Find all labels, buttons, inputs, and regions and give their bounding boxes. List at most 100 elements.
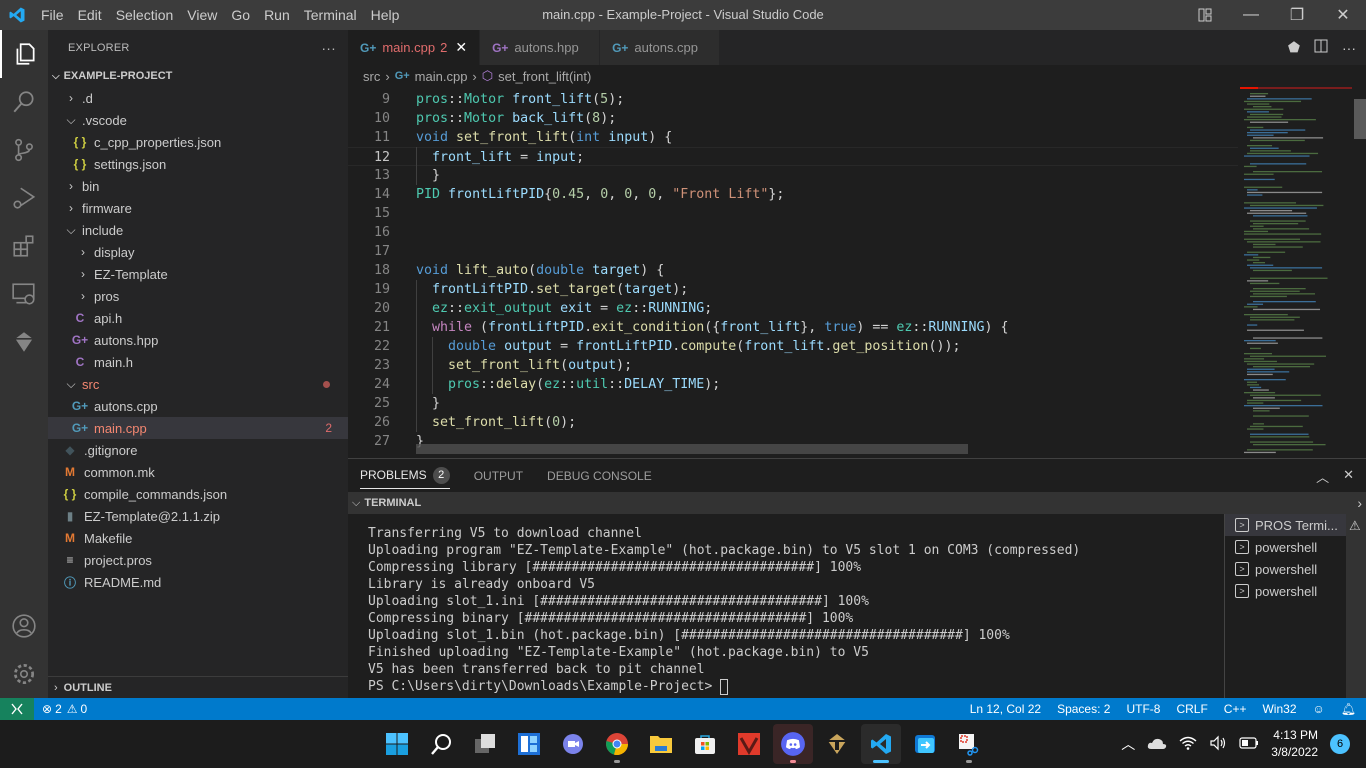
problems-indicator[interactable]: ⊗ 2 ⚠ 0 — [34, 702, 87, 716]
encoding[interactable]: UTF-8 — [1126, 702, 1160, 716]
breadcrumb-symbol[interactable]: set_front_lift(int) — [498, 69, 591, 84]
explorer-icon[interactable] — [0, 30, 48, 78]
breadcrumb-file[interactable]: main.cpp — [415, 69, 468, 84]
terminal-instance[interactable]: > powershell — [1225, 558, 1346, 580]
layout-icon[interactable] — [1182, 0, 1228, 30]
menu-run[interactable]: Run — [257, 0, 297, 30]
breadcrumb-folder[interactable]: src — [363, 69, 380, 84]
feedback-icon[interactable]: ☺ — [1313, 702, 1325, 716]
terminal-instance[interactable]: > powershell — [1225, 580, 1346, 602]
tree-item[interactable]: ⌵ .vscode — [48, 109, 348, 131]
close-panel-icon[interactable]: ✕ — [1343, 467, 1354, 486]
pro-app-icon[interactable] — [729, 724, 769, 764]
remote-explorer-icon[interactable] — [0, 270, 48, 318]
terminal-section-header[interactable]: ⌵ TERMINAL › — [348, 492, 1366, 514]
onedrive-icon[interactable] — [1147, 736, 1167, 753]
line-endings[interactable]: CRLF — [1176, 702, 1207, 716]
tree-item[interactable]: { } c_cpp_properties.json — [48, 131, 348, 153]
remote-indicator-icon[interactable] — [0, 698, 34, 720]
minimap[interactable] — [1240, 87, 1352, 455]
panel-tab-problems[interactable]: PROBLEMS 2 — [360, 463, 450, 489]
pros-action-icon[interactable]: ⬟ — [1288, 39, 1300, 56]
vertical-scrollbar[interactable] — [1352, 87, 1366, 455]
split-editor-icon[interactable] — [1314, 39, 1328, 56]
discord-icon[interactable] — [773, 724, 813, 764]
minimize-button[interactable]: — — [1228, 0, 1274, 30]
tree-item[interactable]: M Makefile — [48, 527, 348, 549]
cursor-position[interactable]: Ln 12, Col 22 — [970, 702, 1041, 716]
tab-autons-hpp[interactable]: G+ autons.hpp — [480, 30, 601, 65]
tree-item[interactable]: ≡ project.pros — [48, 549, 348, 571]
tree-item[interactable]: { } compile_commands.json — [48, 483, 348, 505]
terminal-instance[interactable]: > PROS Termi... — [1225, 514, 1346, 536]
clock[interactable]: 4:13 PM 3/8/2022 — [1271, 727, 1318, 761]
warning-icon[interactable]: ⚠ — [1349, 518, 1361, 534]
outline-section[interactable]: › OUTLINE — [48, 676, 348, 698]
remote-desktop-icon[interactable] — [905, 724, 945, 764]
battery-icon[interactable] — [1239, 736, 1259, 752]
file-explorer-icon[interactable] — [641, 724, 681, 764]
terminal-instance[interactable]: > powershell — [1225, 536, 1346, 558]
microsoft-store-icon[interactable] — [685, 724, 725, 764]
tree-item[interactable]: G+ autons.cpp — [48, 395, 348, 417]
tree-item[interactable]: G+ main.cpp 2 — [48, 417, 348, 439]
platform[interactable]: Win32 — [1262, 702, 1296, 716]
wifi-icon[interactable] — [1179, 735, 1197, 754]
close-tab-icon[interactable]: ✕ — [455, 39, 467, 56]
snipping-tool-icon[interactable] — [949, 724, 989, 764]
chevron-right-icon[interactable]: › — [1357, 495, 1362, 511]
menu-file[interactable]: File — [34, 0, 71, 30]
panel-tab-debug-console[interactable]: DEBUG CONSOLE — [547, 469, 652, 483]
more-actions-icon[interactable]: ··· — [1342, 40, 1356, 56]
extensions-icon[interactable] — [0, 222, 48, 270]
account-icon[interactable] — [0, 602, 48, 650]
tree-item[interactable]: ▮ EZ-Template@2.1.1.zip — [48, 505, 348, 527]
source-control-icon[interactable] — [0, 126, 48, 174]
more-actions-button[interactable]: ··· — [321, 40, 336, 56]
tree-item[interactable]: › EZ-Template — [48, 263, 348, 285]
terminal-output[interactable]: Transferring V5 to download channel Uploa… — [368, 525, 1080, 695]
volume-icon[interactable] — [1209, 735, 1227, 754]
run-debug-icon[interactable] — [0, 174, 48, 222]
helmet-app-icon[interactable] — [817, 724, 857, 764]
menu-help[interactable]: Help — [364, 0, 407, 30]
menu-selection[interactable]: Selection — [109, 0, 181, 30]
tree-item[interactable]: Mcommon.mk — [48, 461, 348, 483]
tree-item[interactable]: G+ autons.hpp — [48, 329, 348, 351]
vscode-icon[interactable] — [861, 724, 901, 764]
tab-main-cpp[interactable]: G+ main.cpp 2 ✕ — [348, 30, 481, 65]
search-icon[interactable] — [0, 78, 48, 126]
menu-terminal[interactable]: Terminal — [297, 0, 364, 30]
code-editor[interactable]: 9 pros::Motor front_lift(5); 10 pros::Motor… — [348, 87, 1238, 455]
widgets-icon[interactable] — [509, 724, 549, 764]
tree-item[interactable]: Cmain.h — [48, 351, 348, 373]
pros-icon[interactable] — [0, 318, 48, 366]
restore-button[interactable]: ❐ — [1274, 0, 1320, 30]
horizontal-scrollbar[interactable] — [416, 444, 968, 454]
tree-item[interactable]: { } settings.json — [48, 153, 348, 175]
maximize-panel-icon[interactable]: ︿ — [1316, 467, 1329, 486]
menu-view[interactable]: View — [180, 0, 224, 30]
task-view-icon[interactable] — [465, 724, 505, 764]
tree-item[interactable]: › display — [48, 241, 348, 263]
tree-item[interactable]: › firmware — [48, 197, 348, 219]
close-window-button[interactable]: ✕ — [1320, 0, 1366, 30]
project-folder-header[interactable]: ⌵ EXAMPLE-PROJECT — [48, 65, 348, 87]
start-icon[interactable] — [377, 724, 417, 764]
tree-item[interactable]: › pros — [48, 285, 348, 307]
tree-item[interactable]: ◆ .gitignore — [48, 439, 348, 461]
tree-item[interactable]: › bin — [48, 175, 348, 197]
tree-item[interactable]: Capi.h — [48, 307, 348, 329]
show-hidden-icons-icon[interactable]: ︿ — [1121, 734, 1135, 754]
menu-go[interactable]: Go — [224, 0, 257, 30]
tree-item[interactable]: ⌵ src — [48, 373, 348, 395]
notification-badge[interactable]: 6 — [1330, 734, 1350, 754]
tree-item[interactable]: ⓘ README.md — [48, 571, 348, 593]
language-mode[interactable]: C++ — [1224, 702, 1247, 716]
menu-edit[interactable]: Edit — [71, 0, 109, 30]
panel-tab-output[interactable]: OUTPUT — [474, 469, 523, 483]
tree-item[interactable]: › .d — [48, 87, 348, 109]
bell-icon[interactable]: 🔔︎ — [1341, 702, 1356, 716]
tab-autons-cpp[interactable]: G+ autons.cpp — [600, 30, 721, 65]
teams-chat-icon[interactable] — [553, 724, 593, 764]
